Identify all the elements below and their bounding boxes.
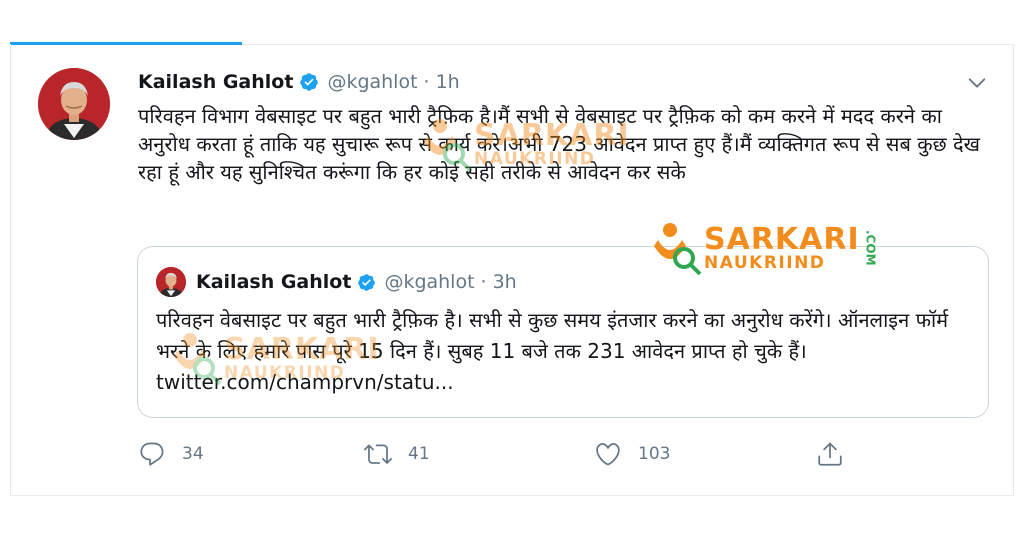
quoted-tweet[interactable]: Kailash Gahlot @kgahlot · 3h परिवहन वेबस… [137, 246, 989, 418]
quoted-text: परिवहन वेबसाइट पर बहुत भारी ट्रैफ़िक है।… [156, 308, 949, 394]
share-icon [818, 442, 842, 466]
like-count: 103 [638, 444, 671, 464]
verified-badge-icon [300, 73, 319, 91]
avatar[interactable] [38, 68, 110, 140]
chevron-down-icon[interactable] [966, 72, 988, 94]
author-handle[interactable]: @kgahlot [327, 71, 417, 93]
tweet-actions: 34 41 103 [138, 436, 858, 472]
reply-button[interactable]: 34 [138, 436, 204, 472]
verified-badge-icon [358, 273, 376, 291]
tweet-header: Kailash Gahlot @kgahlot · 1h [138, 68, 460, 96]
reply-count: 34 [182, 444, 204, 464]
tweet-text: परिवहन विभाग वेबसाइट पर बहुत भारी ट्रैफ़… [138, 104, 980, 184]
separator: · [423, 71, 430, 93]
separator: · [480, 271, 487, 293]
quoted-author-name: Kailash Gahlot [196, 271, 352, 293]
author-name[interactable]: Kailash Gahlot [138, 71, 293, 93]
retweet-count: 41 [408, 444, 430, 464]
quoted-timestamp: 3h [492, 271, 517, 293]
like-button[interactable]: 103 [594, 436, 670, 472]
share-button[interactable] [816, 436, 844, 472]
quoted-avatar [156, 267, 186, 297]
quoted-author-handle: @kgahlot [384, 271, 475, 293]
heart-icon [596, 443, 620, 466]
retweet-icon [364, 444, 392, 464]
timestamp[interactable]: 1h [436, 71, 460, 93]
reply-icon [140, 442, 164, 466]
quoted-header: Kailash Gahlot @kgahlot · 3h [196, 267, 517, 297]
retweet-button[interactable]: 41 [364, 436, 430, 472]
